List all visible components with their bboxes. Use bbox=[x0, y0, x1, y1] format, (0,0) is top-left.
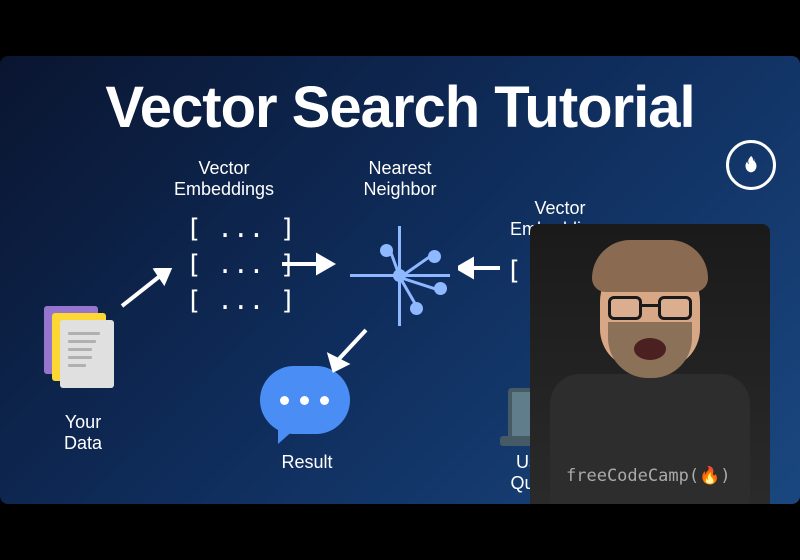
presenter-photo: freeCodeCamp(🔥) bbox=[530, 224, 770, 504]
documents-icon bbox=[44, 306, 124, 396]
arrow-nn-to-result bbox=[326, 326, 376, 374]
label-result: Result bbox=[272, 452, 342, 473]
thumbnail-frame: Vector Search Tutorial VectorEmbeddings … bbox=[0, 56, 800, 504]
page-title: Vector Search Tutorial bbox=[0, 74, 800, 141]
arrow-embeddings-to-nn bbox=[278, 252, 336, 276]
label-vector-embeddings-left: VectorEmbeddings bbox=[164, 158, 284, 199]
nearest-neighbor-icon bbox=[350, 226, 450, 326]
label-nearest-neighbor: NearestNeighbor bbox=[340, 158, 460, 199]
embedding-left-1: [ ... ] bbox=[186, 214, 296, 244]
freecodecamp-logo-icon bbox=[726, 140, 776, 190]
arrow-docs-to-embeddings bbox=[116, 268, 176, 312]
chat-bubble-icon bbox=[260, 366, 354, 442]
arrow-right-embeddings-to-nn bbox=[458, 256, 504, 280]
label-your-data: YourData bbox=[48, 412, 118, 453]
embedding-left-3: [ ... ] bbox=[186, 286, 296, 316]
shirt-text: freeCodeCamp(🔥) bbox=[566, 466, 730, 486]
